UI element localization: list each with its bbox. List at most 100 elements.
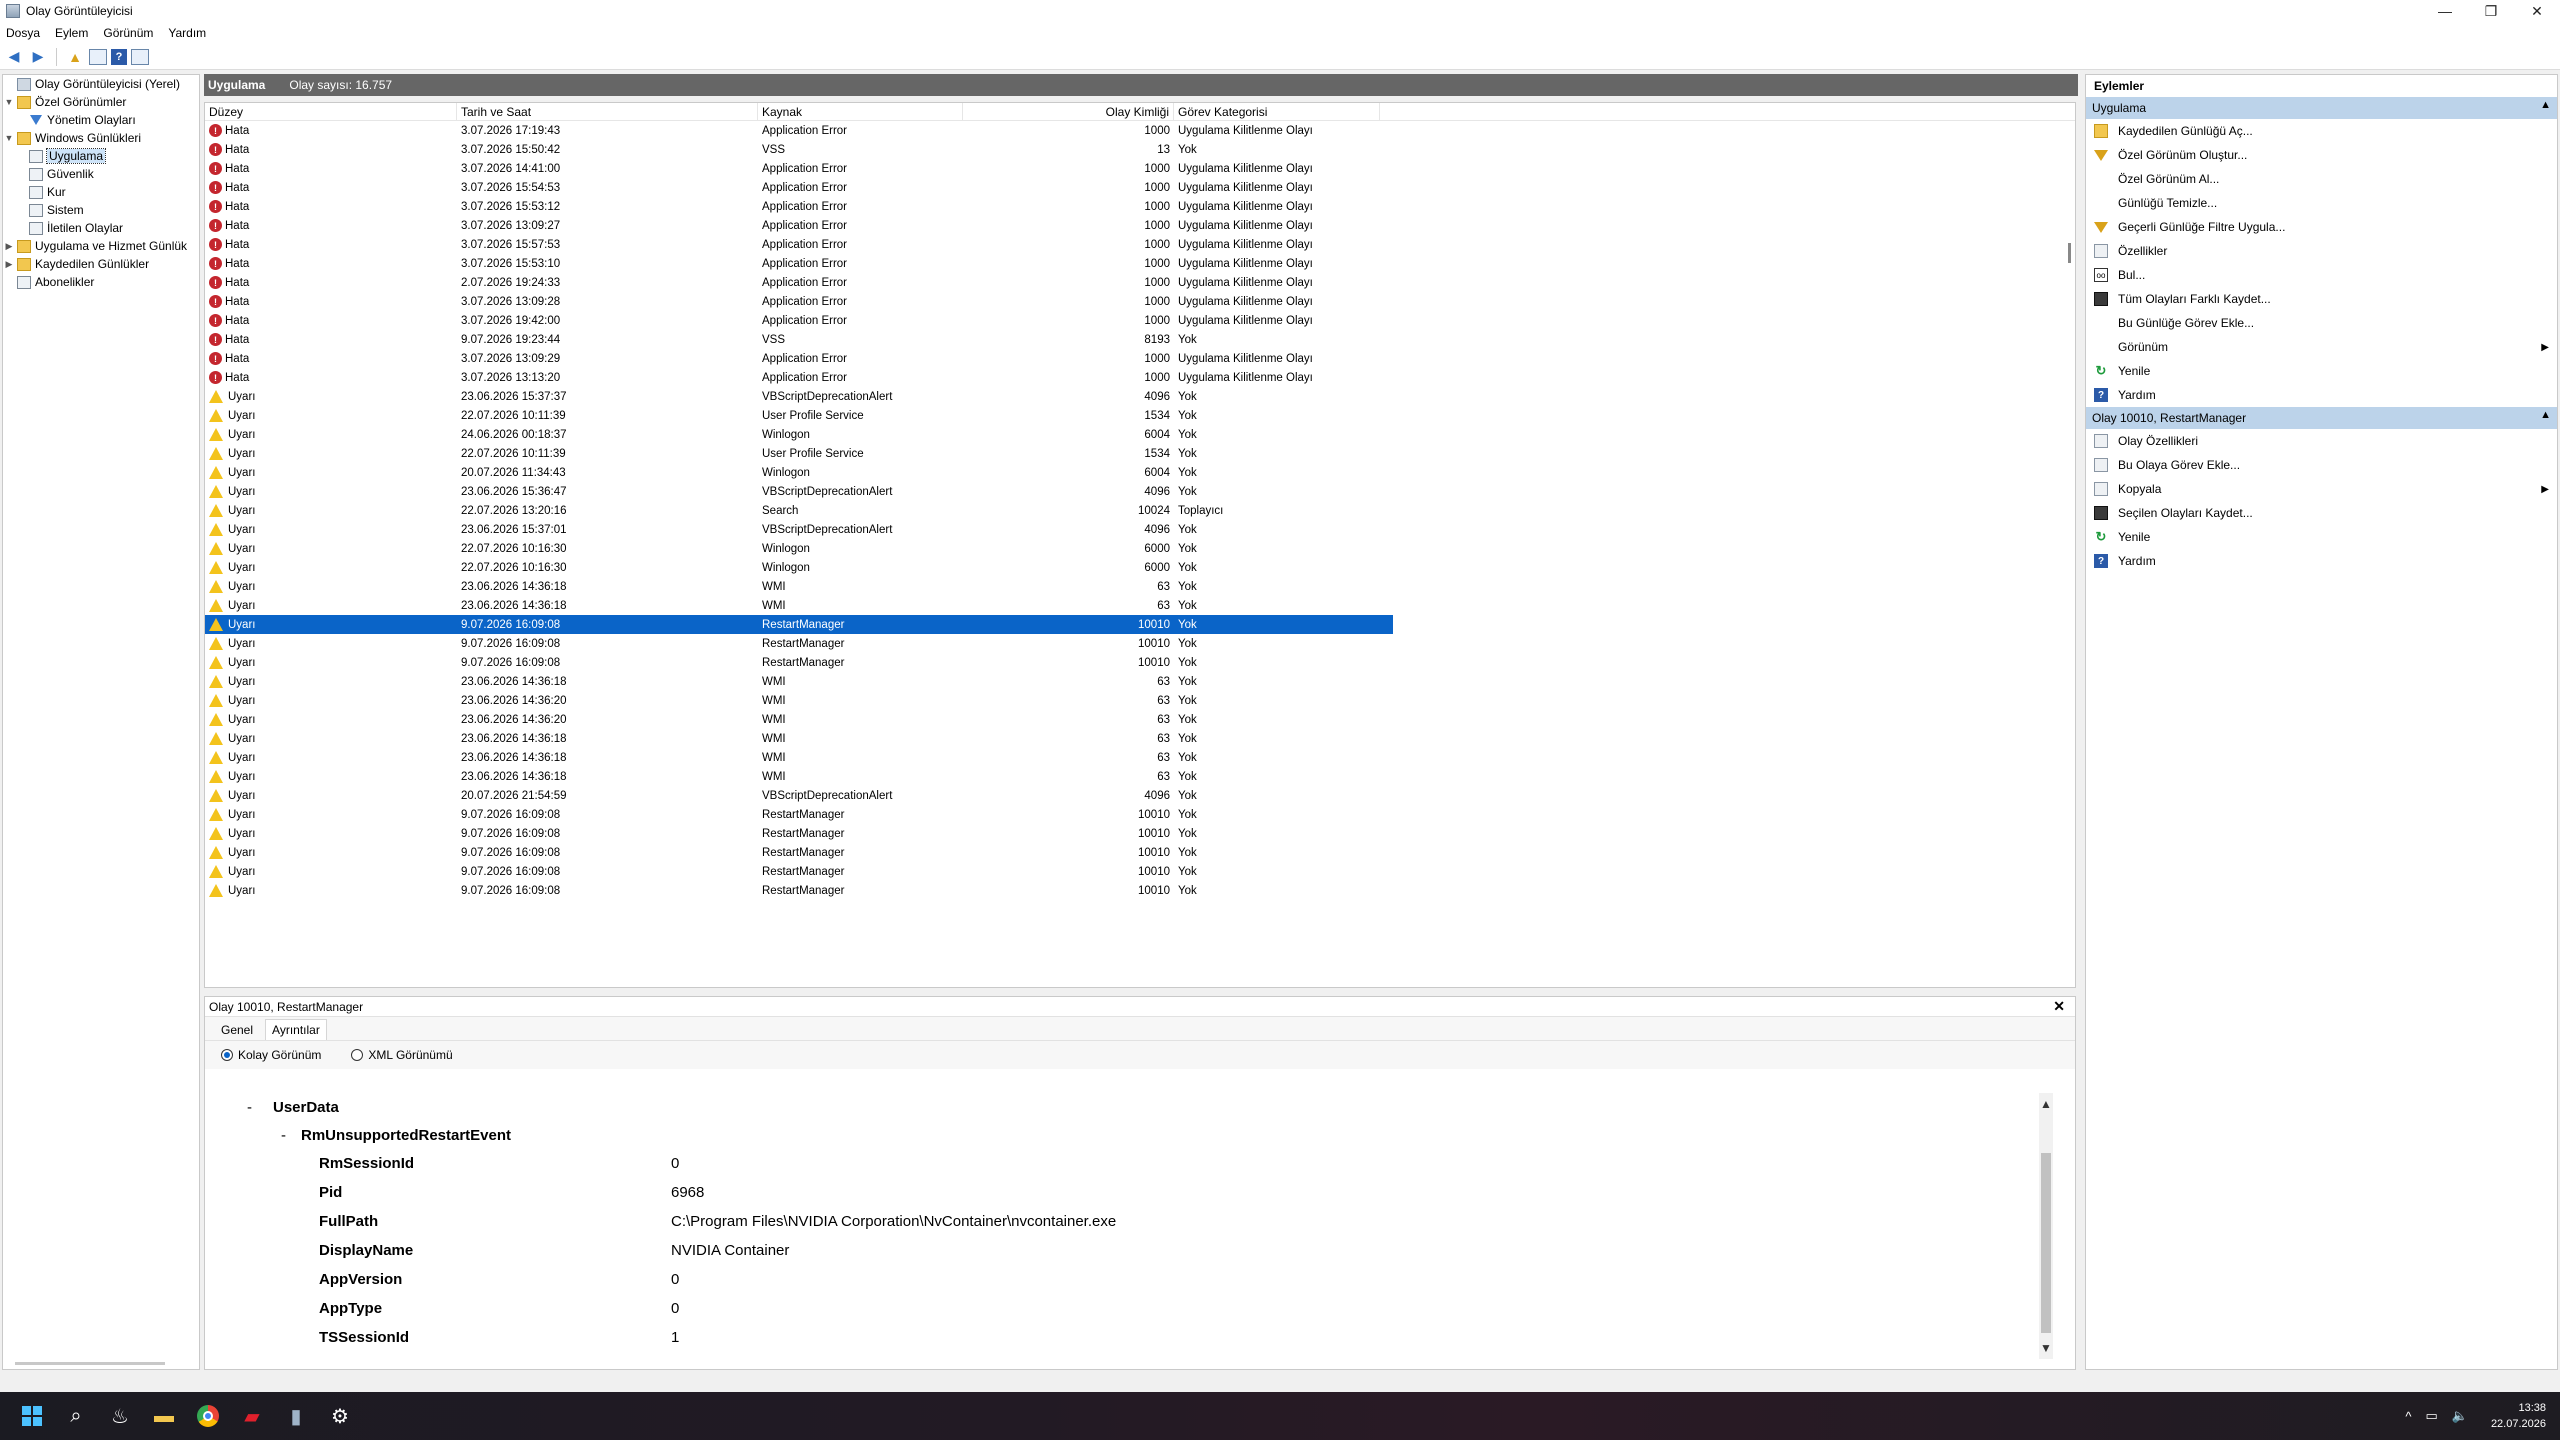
expand-chevron-icon[interactable]: ▶ [3,259,15,270]
action-item[interactable]: oo Bul... [2086,263,2557,287]
tab-general[interactable]: Genel [215,1020,259,1040]
file-explorer-icon[interactable]: ▬ [144,1396,184,1436]
maximize-button[interactable]: ❐ [2468,0,2514,22]
table-row[interactable]: Uyarı 23.06.2026 15:37:37 VBScriptDeprecat… [205,387,2075,406]
tree-item-custom-views[interactable]: ▼ Özel Görünümler [3,93,199,111]
table-row[interactable]: ! Hata 3.07.2026 17:19:43 Application Error… [205,121,2075,140]
table-row[interactable]: Uyarı 23.06.2026 15:37:01 VBScriptDeprecat… [205,520,2075,539]
table-row[interactable]: Uyarı 9.07.2026 16:09:08 RestartManager 100… [205,653,2075,672]
show-hide-console-tree-icon[interactable] [89,48,107,65]
table-row[interactable]: Uyarı 22.07.2026 10:16:30 Winlogon 6000 Yok [205,539,2075,558]
collapse-chevron-icon[interactable]: ▼ [3,133,15,143]
table-row[interactable]: Uyarı 20.07.2026 11:34:43 Winlogon 6004 Yok [205,463,2075,482]
table-row[interactable]: ! Hata 3.07.2026 15:53:10 Application Error… [205,254,2075,273]
table-row[interactable]: Uyarı 24.06.2026 00:18:37 Winlogon 6004 Yok [205,425,2075,444]
collapse-caret-icon[interactable]: ▲ [2540,99,2551,111]
tree-item-saved-logs[interactable]: ▶ Kaydedilen Günlükler [3,255,199,273]
table-row[interactable]: Uyarı 23.06.2026 14:36:20 WMI 63 Yok [205,710,2075,729]
table-row[interactable]: Uyarı 9.07.2026 16:09:08 RestartManager 100… [205,805,2075,824]
collapse-caret-icon[interactable]: ▲ [2540,409,2551,421]
steam-icon[interactable]: ♨ [100,1396,140,1436]
collapse-minus-icon[interactable]: - [281,1127,301,1144]
table-row[interactable]: Uyarı 23.06.2026 14:36:18 WMI 63 Yok [205,672,2075,691]
tree-item-forwarded-events[interactable]: İletilen Olaylar [3,219,199,237]
friendly-view-radio[interactable]: Kolay Görünüm [221,1048,321,1062]
column-level[interactable]: Düzey [205,103,457,120]
scroll-down-icon[interactable]: ▼ [2039,1341,2053,1355]
tree-item-windows-logs[interactable]: ▼ Windows Günlükleri [3,129,199,147]
tree-item-application[interactable]: Uygulama [3,147,199,165]
table-row[interactable]: ! Hata 3.07.2026 13:09:28 Application Error… [205,292,2075,311]
event-viewer-taskbar-icon[interactable]: ▮ [276,1396,316,1436]
table-row[interactable]: Uyarı 9.07.2026 16:09:08 RestartManager 100… [205,634,2075,653]
collapse-chevron-icon[interactable]: ▼ [3,97,15,107]
start-button[interactable] [12,1396,52,1436]
help-icon[interactable]: ? [111,48,127,65]
tree-item-app-service-logs[interactable]: ▶ Uygulama ve Hizmet Günlük [3,237,199,255]
action-item[interactable]: Kopyala ▶ [2086,477,2557,501]
table-row[interactable]: ! Hata 3.07.2026 19:42:00 Application Error… [205,311,2075,330]
app-red-icon[interactable]: ▰ [232,1396,272,1436]
actions-section-application[interactable]: Uygulama ▲ [2086,97,2557,119]
table-row-selected[interactable]: Uyarı 9.07.2026 16:09:08 RestartManager 100… [205,615,1393,634]
table-row[interactable]: Uyarı 9.07.2026 16:09:08 RestartManager 100… [205,824,2075,843]
table-row[interactable]: Uyarı 23.06.2026 14:36:18 WMI 63 Yok [205,748,2075,767]
collapse-minus-icon[interactable]: - [247,1099,273,1116]
table-row[interactable]: Uyarı 23.06.2026 14:36:18 WMI 63 Yok [205,729,2075,748]
table-row[interactable]: Uyarı 22.07.2026 10:11:39 User Profile Ser… [205,406,2075,425]
scroll-up-icon[interactable]: ▲ [2039,1097,2053,1111]
menu-view[interactable]: Görünüm [103,26,153,40]
forward-arrow-icon[interactable]: ▶ [28,47,48,67]
tree-horizontal-scrollbar[interactable] [15,1362,165,1365]
column-date-time[interactable]: Tarih ve Saat [457,103,758,120]
events-vertical-scrollbar[interactable] [2067,123,2073,983]
table-row[interactable]: Uyarı 9.07.2026 16:09:08 RestartManager 100… [205,843,2075,862]
close-detail-icon[interactable]: ✕ [2053,998,2065,1015]
expand-chevron-icon[interactable]: ▶ [3,241,15,252]
table-row[interactable]: Uyarı 9.07.2026 16:09:08 RestartManager 100… [205,862,2075,881]
table-row[interactable]: Uyarı 22.07.2026 10:16:30 Winlogon 6000 Yok [205,558,2075,577]
table-row[interactable]: Uyarı 22.07.2026 13:20:16 Search 10024 Topla… [205,501,2075,520]
close-button[interactable]: ✕ [2514,0,2560,22]
tab-details[interactable]: Ayrıntılar [265,1019,327,1040]
action-item[interactable]: ↻ Yenile [2086,359,2557,383]
table-row[interactable]: Uyarı 23.06.2026 15:36:47 VBScriptDeprecat… [205,482,2075,501]
table-row[interactable]: Uyarı 9.07.2026 16:09:08 RestartManager 100… [205,881,2075,900]
network-icon[interactable]: ▭ [2425,1408,2437,1424]
table-row[interactable]: ! Hata 3.07.2026 15:53:12 Application Error… [205,197,2075,216]
table-row[interactable]: ! Hata 3.07.2026 13:09:29 Application Error… [205,349,2075,368]
action-item[interactable]: ↻ Yenile [2086,525,2557,549]
menu-file[interactable]: Dosya [6,26,40,40]
action-item[interactable]: ? Yardım [2086,549,2557,573]
up-folder-icon[interactable]: ▲ [65,47,85,67]
minimize-button[interactable]: — [2422,0,2468,22]
table-row[interactable]: ! Hata 9.07.2026 19:23:44 VSS 8193 Yok [205,330,2075,349]
action-item[interactable]: ? Yardım [2086,383,2557,407]
menu-action[interactable]: Eylem [55,26,88,40]
action-item[interactable]: Geçerli Günlüğe Filtre Uygula... [2086,215,2557,239]
actions-section-event[interactable]: Olay 10010, RestartManager ▲ [2086,407,2557,429]
userdata-node[interactable]: - UserData [229,1093,2041,1121]
settings-gear-icon[interactable]: ⚙ [320,1396,360,1436]
table-row[interactable]: Uyarı 23.06.2026 14:36:20 WMI 63 Yok [205,691,2075,710]
tree-item-setup[interactable]: Kur [3,183,199,201]
table-row[interactable]: ! Hata 3.07.2026 15:50:42 VSS 13 Yok [205,140,2075,159]
table-row[interactable]: Uyarı 22.07.2026 10:11:39 User Profile Ser… [205,444,2075,463]
tree-item-subscriptions[interactable]: Abonelikler [3,273,199,291]
search-icon[interactable]: ⌕ [56,1396,96,1436]
tray-overflow-chevron-icon[interactable]: ^ [2405,1409,2411,1424]
table-row[interactable]: ! Hata 3.07.2026 15:57:53 Application Error… [205,235,2075,254]
tree-item-system[interactable]: Sistem [3,201,199,219]
table-row[interactable]: ! Hata 3.07.2026 14:41:00 Application Error… [205,159,2075,178]
column-task-category[interactable]: Görev Kategorisi [1174,103,1380,120]
table-row[interactable]: ! Hata 2.07.2026 19:24:33 Application Error… [205,273,2075,292]
action-item[interactable]: Günlüğü Temizle... [2086,191,2557,215]
table-row[interactable]: ! Hata 3.07.2026 13:09:27 Application Error… [205,216,2075,235]
action-item[interactable]: Olay Özellikleri [2086,429,2557,453]
action-item[interactable]: Özel Görünüm Oluştur... [2086,143,2557,167]
scrollbar-thumb[interactable] [2041,1153,2051,1333]
table-row[interactable]: ! Hata 3.07.2026 15:54:53 Application Error… [205,178,2075,197]
column-event-id[interactable]: Olay Kimliği [963,103,1174,120]
action-item[interactable]: Kaydedilen Günlüğü Aç... [2086,119,2557,143]
action-item[interactable]: Bu Olaya Görev Ekle... [2086,453,2557,477]
